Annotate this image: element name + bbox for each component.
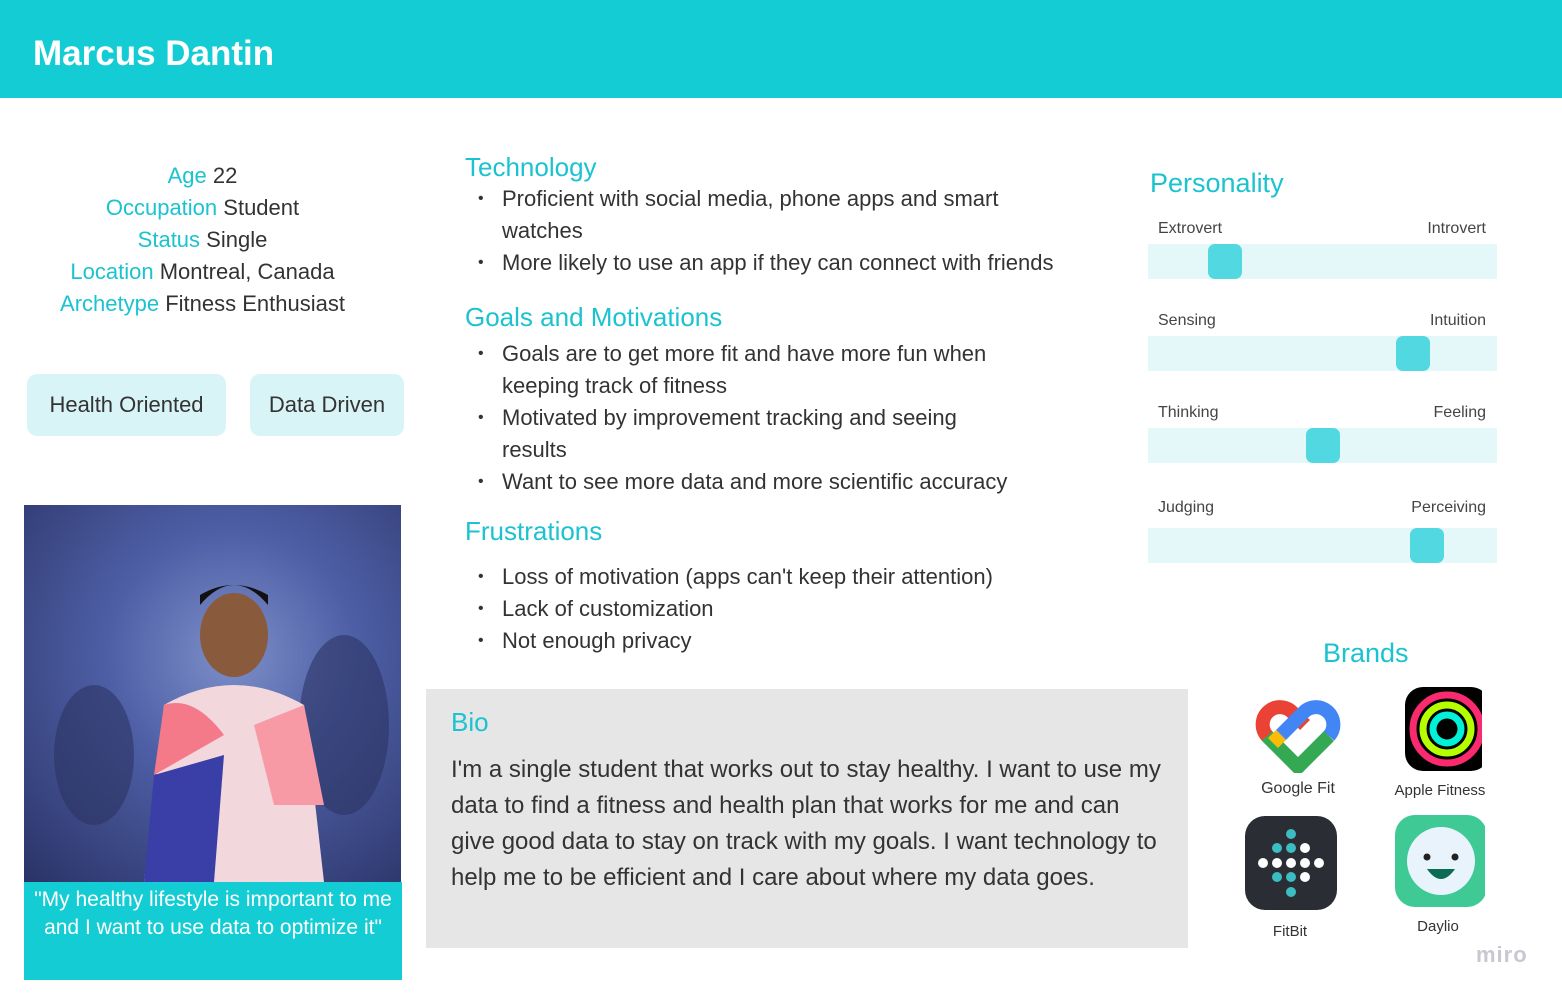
trait-slider-thumb (1396, 336, 1431, 371)
occupation-value: Student (223, 195, 300, 220)
header: Marcus Dantin (0, 0, 1562, 98)
tag-data-driven: Data Driven (250, 374, 404, 436)
list-item: Goals are to get more fit and have more … (478, 338, 1038, 402)
persona-photo (24, 505, 401, 882)
technology-heading: Technology (465, 152, 597, 182)
trait-left-label: Sensing (1158, 312, 1216, 329)
google-fit-icon (1255, 700, 1341, 774)
brand-label: Google Fit (1261, 780, 1335, 797)
trait-right-label: Feeling (1433, 404, 1486, 421)
frustrations-list: Loss of motivation (apps can't keep thei… (478, 561, 1098, 657)
trait-slider-track (1148, 336, 1497, 371)
status-label: Status (137, 227, 201, 252)
person-silhouette-icon (54, 585, 389, 882)
location-label: Location (70, 259, 154, 284)
brand-google-fit: Google Fit (1250, 695, 1346, 798)
apple-fitness-icon (1405, 687, 1489, 771)
fitbit-icon (1245, 816, 1337, 910)
daylio-icon (1395, 815, 1487, 907)
technology-list: Proficient with social media, phone apps… (478, 183, 1098, 279)
personality-trait: Sensing Intuition (1148, 312, 1497, 371)
list-item: Want to see more data and more scientifi… (478, 466, 1098, 498)
status-value: Single (206, 227, 268, 252)
brand-daylio: Daylio (1388, 815, 1488, 935)
trait-slider-thumb (1410, 528, 1445, 563)
location-value: Montreal, Canada (159, 259, 335, 284)
age-label: Age (167, 163, 207, 188)
archetype-value: Fitness Enthusiast (165, 291, 345, 316)
personality-trait: Extrovert Introvert (1148, 220, 1497, 279)
profile-info: Age 22 Occupation Student Status Single … (30, 160, 375, 320)
trait-left-label: Thinking (1158, 404, 1219, 421)
bio-heading: Bio (451, 707, 489, 737)
archetype-label: Archetype (60, 291, 160, 316)
trait-left-label: Extrovert (1158, 220, 1223, 237)
trait-slider-track (1148, 528, 1497, 563)
trait-slider-track (1148, 428, 1497, 463)
persona-name: Marcus Dantin (33, 34, 275, 73)
brand-fitbit: FitBit (1240, 816, 1340, 940)
bio-text: I'm a single student that works out to s… (451, 756, 1161, 891)
goals-heading: Goals and Motivations (465, 302, 723, 332)
frustrations-heading: Frustrations (465, 516, 603, 546)
trait-right-label: Intuition (1429, 312, 1486, 329)
trait-slider-thumb (1305, 428, 1340, 463)
goals-list: Goals are to get more fit and have more … (478, 338, 1098, 498)
tag-health-oriented: Health Oriented (27, 374, 226, 436)
bio-panel: Bio I'm a single student that works out … (426, 689, 1188, 948)
brand-label: Apple Fitness (1394, 782, 1486, 799)
list-item: More likely to use an app if they can co… (478, 247, 1098, 279)
brand-label: FitBit (1272, 923, 1308, 940)
list-item: Loss of motivation (apps can't keep thei… (478, 561, 1098, 593)
personality-trait: Thinking Feeling (1148, 404, 1497, 463)
occupation-label: Occupation (105, 195, 218, 220)
trait-slider-thumb (1207, 244, 1242, 279)
trait-left-label: Judging (1158, 499, 1215, 516)
list-item: Proficient with social media, phone apps… (478, 183, 1058, 247)
personality-heading: Personality (1150, 168, 1284, 198)
trait-slider-track (1148, 244, 1497, 279)
brand-label: Daylio (1417, 918, 1459, 935)
age-value: 22 (212, 163, 238, 188)
list-item: Motivated by improvement tracking and se… (478, 402, 1018, 466)
personality-trait: Judging Perceiving (1148, 499, 1497, 563)
list-item: Lack of customization (478, 593, 1098, 625)
trait-right-label: Introvert (1427, 220, 1486, 237)
persona-quote: "My healthy lifestyle is important to me… (24, 882, 402, 980)
brand-apple-fitness: Apple Fitness (1390, 687, 1490, 799)
brands-heading: Brands (1323, 638, 1409, 668)
miro-watermark: miro (1476, 942, 1528, 967)
trait-right-label: Perceiving (1411, 499, 1486, 516)
list-item: Not enough privacy (478, 625, 1098, 657)
